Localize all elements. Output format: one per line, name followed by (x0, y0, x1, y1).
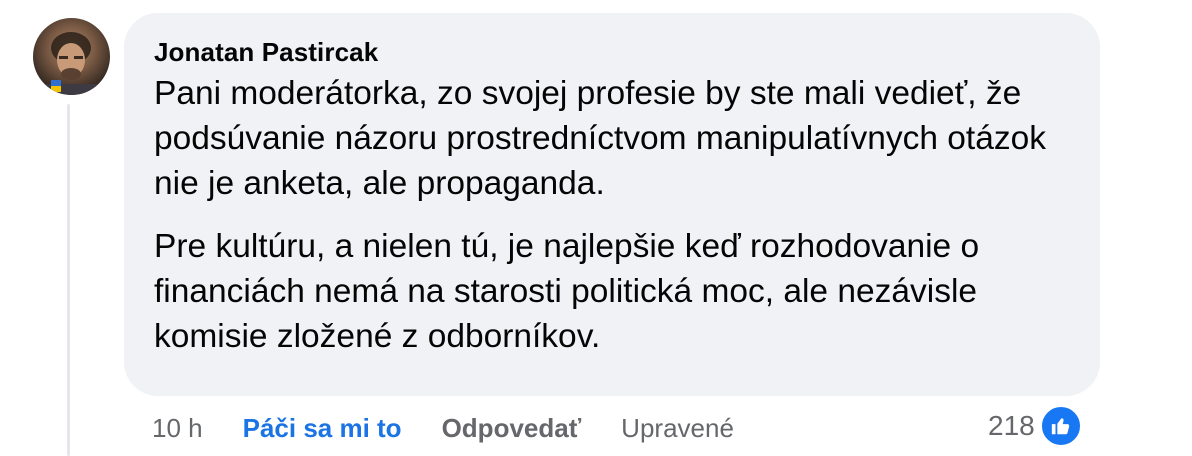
thread-line (67, 104, 70, 456)
reply-button[interactable]: Odpovedať (442, 413, 582, 444)
comment-actions: 10 h Páči sa mi to Odpovedať Upravené (152, 410, 734, 446)
comment: Jonatan Pastircak Pani moderátorka, zo s… (0, 0, 1192, 456)
comment-paragraph-1: Pani moderátorka, zo svojej profesie by … (154, 75, 1046, 202)
author-name[interactable]: Jonatan Pastircak (154, 35, 1070, 69)
avatar[interactable] (33, 18, 110, 95)
thumbs-up-icon (1038, 404, 1083, 448)
comment-bubble: Jonatan Pastircak Pani moderátorka, zo s… (124, 13, 1100, 396)
reaction-summary[interactable]: 218 (988, 404, 1083, 448)
edited-label[interactable]: Upravené (621, 413, 734, 444)
like-button[interactable]: Páči sa mi to (243, 413, 402, 444)
timestamp[interactable]: 10 h (152, 413, 203, 444)
comment-paragraph-2: Pre kultúru, a nielen tú, je najlepšie k… (154, 228, 980, 355)
reaction-count: 218 (988, 410, 1035, 441)
